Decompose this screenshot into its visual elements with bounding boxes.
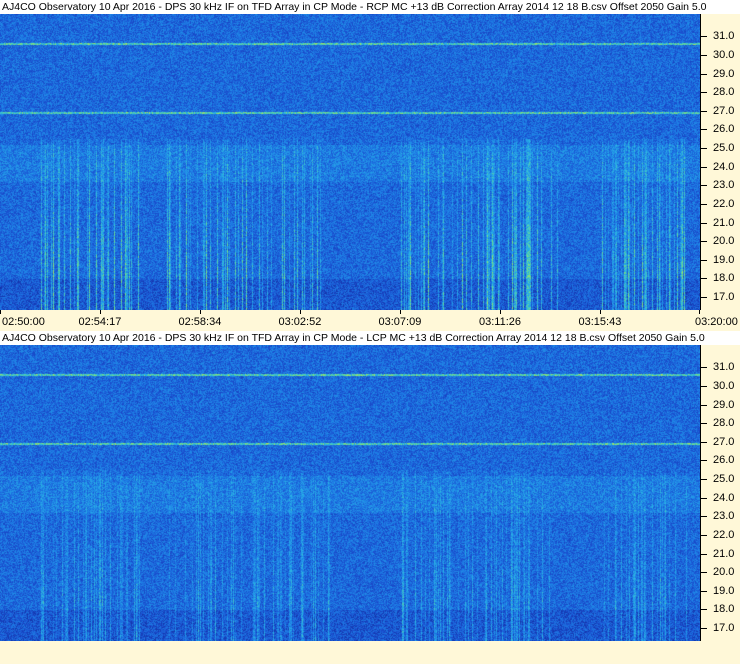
frequency-tick-label: 24.0 bbox=[713, 160, 735, 173]
frequency-tick bbox=[701, 129, 707, 131]
frequency-tick bbox=[701, 296, 707, 298]
frequency-tick bbox=[701, 92, 707, 94]
frequency-tick-label: 17.0 bbox=[713, 290, 735, 303]
frequency-tick-label: 22.0 bbox=[713, 528, 735, 541]
rcp-spectrogram bbox=[0, 14, 700, 310]
frequency-tick bbox=[701, 460, 707, 462]
frequency-tick bbox=[701, 553, 707, 555]
time-tick-label: 02:58:34 bbox=[178, 316, 222, 328]
frequency-tick bbox=[701, 54, 707, 56]
lcp-frequency-axis: 31.0 30.0 29.0 28.0 27.0 26.0 25.0 24.0 23.0 22.0… bbox=[700, 345, 740, 641]
time-tick-label: 03:15:43 bbox=[578, 316, 622, 328]
frequency-tick-label: 21.0 bbox=[713, 547, 735, 560]
frequency-tick-label: 30.0 bbox=[713, 48, 735, 61]
frequency-tick bbox=[701, 278, 707, 280]
frequency-tick bbox=[701, 148, 707, 150]
frequency-tick bbox=[701, 222, 707, 224]
frequency-tick bbox=[701, 423, 707, 425]
frequency-tick-label: 25.0 bbox=[713, 473, 735, 486]
rcp-time-axis: 02:50:00 02:54:17 02:58:34 03:02:52 03:07:09… bbox=[0, 310, 740, 331]
frequency-tick-label: 31.0 bbox=[713, 361, 735, 374]
frequency-tick bbox=[701, 497, 707, 499]
frequency-tick bbox=[701, 36, 707, 38]
frequency-tick-label: 28.0 bbox=[713, 86, 735, 99]
frequency-tick-label: 27.0 bbox=[713, 435, 735, 448]
frequency-tick-label: 22.0 bbox=[713, 197, 735, 210]
frequency-tick bbox=[701, 385, 707, 387]
frequency-tick-label: 20.0 bbox=[713, 235, 735, 248]
time-tick bbox=[200, 310, 201, 314]
frequency-tick-label: 18.0 bbox=[713, 603, 735, 616]
frequency-tick-label: 23.0 bbox=[713, 510, 735, 523]
rcp-panel: AJ4CO Observatory 10 Apr 2016 - DPS 30 k… bbox=[0, 0, 740, 331]
frequency-tick-label: 30.0 bbox=[713, 379, 735, 392]
time-tick-label: 03:07:09 bbox=[378, 316, 422, 328]
frequency-tick-label: 25.0 bbox=[713, 142, 735, 155]
frequency-tick bbox=[701, 241, 707, 243]
lcp-panel: AJ4CO Observatory 10 Apr 2016 - DPS 30 k… bbox=[0, 331, 740, 662]
frequency-tick bbox=[701, 534, 707, 536]
frequency-tick-label: 26.0 bbox=[713, 123, 735, 136]
frequency-tick bbox=[701, 572, 707, 574]
frequency-tick bbox=[701, 479, 707, 481]
lcp-spectrogram bbox=[0, 345, 700, 641]
frequency-tick bbox=[701, 404, 707, 406]
frequency-tick-label: 26.0 bbox=[713, 454, 735, 467]
lcp-spectrogram-canvas bbox=[0, 345, 700, 641]
rcp-chart-title: AJ4CO Observatory 10 Apr 2016 - DPS 30 k… bbox=[0, 0, 740, 14]
time-tick-label: 03:02:52 bbox=[278, 316, 322, 328]
time-tick-label: 02:50:00 bbox=[2, 316, 45, 328]
frequency-tick bbox=[701, 259, 707, 261]
frequency-tick-label: 19.0 bbox=[713, 253, 735, 266]
frequency-tick-label: 28.0 bbox=[713, 417, 735, 430]
frequency-tick-label: 21.0 bbox=[713, 216, 735, 229]
time-tick bbox=[600, 310, 601, 314]
time-tick-label: 03:11:26 bbox=[479, 316, 522, 328]
time-tick bbox=[500, 310, 501, 314]
frequency-tick-label: 23.0 bbox=[713, 179, 735, 192]
frequency-tick-label: 31.0 bbox=[713, 30, 735, 43]
time-tick-label: 02:54:17 bbox=[78, 316, 122, 328]
frequency-tick bbox=[701, 516, 707, 518]
time-tick bbox=[400, 310, 401, 314]
frequency-tick-label: 19.0 bbox=[713, 584, 735, 597]
frequency-tick-label: 24.0 bbox=[713, 491, 735, 504]
frequency-tick bbox=[701, 73, 707, 75]
frequency-tick bbox=[701, 627, 707, 629]
frequency-tick bbox=[701, 367, 707, 369]
time-tick bbox=[300, 310, 301, 314]
frequency-tick bbox=[701, 185, 707, 187]
frequency-tick bbox=[701, 609, 707, 611]
frequency-tick bbox=[701, 166, 707, 168]
rcp-spectrogram-canvas bbox=[0, 14, 700, 310]
frequency-tick bbox=[701, 590, 707, 592]
frequency-tick bbox=[701, 441, 707, 443]
frequency-tick-label: 20.0 bbox=[713, 566, 735, 579]
frequency-tick-label: 27.0 bbox=[713, 104, 735, 117]
time-tick bbox=[0, 310, 1, 314]
time-tick-label: 03:20:00 bbox=[695, 316, 738, 328]
frequency-tick-label: 29.0 bbox=[713, 67, 735, 80]
frequency-tick bbox=[701, 110, 707, 112]
frequency-tick bbox=[701, 203, 707, 205]
frequency-tick-label: 18.0 bbox=[713, 272, 735, 285]
rcp-frequency-axis: 31.0 30.0 29.0 28.0 27.0 26.0 25.0 24.0 23.0 22.0… bbox=[700, 14, 740, 310]
frequency-tick-label: 29.0 bbox=[713, 398, 735, 411]
frequency-tick-label: 17.0 bbox=[713, 621, 735, 634]
lcp-time-axis bbox=[0, 641, 740, 662]
time-tick bbox=[699, 310, 700, 314]
time-tick bbox=[100, 310, 101, 314]
lcp-chart-title: AJ4CO Observatory 10 Apr 2016 - DPS 30 k… bbox=[0, 331, 740, 345]
